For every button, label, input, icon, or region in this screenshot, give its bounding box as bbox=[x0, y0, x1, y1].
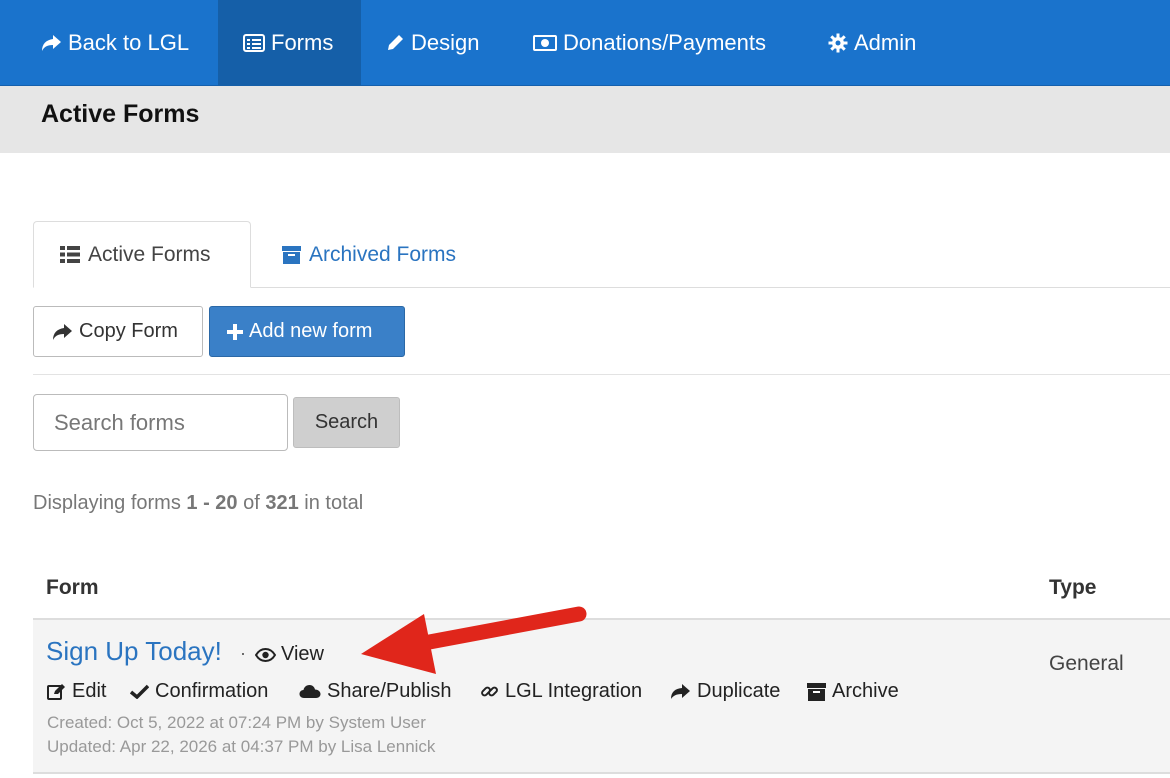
count-range: 1 - 20 bbox=[186, 492, 238, 514]
row-actions: Edit Confirmation Share/Publish LGL Inte… bbox=[47, 680, 947, 706]
money-icon bbox=[533, 35, 557, 51]
archive-action[interactable]: Archive bbox=[807, 680, 899, 703]
check-icon bbox=[130, 684, 149, 699]
search-button[interactable]: Search bbox=[293, 397, 400, 448]
nav-label: Back to LGL bbox=[68, 30, 190, 55]
share-arrow-icon bbox=[53, 323, 72, 340]
form-name-link[interactable]: Sign Up Today! bbox=[46, 636, 222, 667]
tab-active-forms[interactable]: Active Forms bbox=[33, 221, 251, 288]
archive-label: Archive bbox=[832, 680, 899, 702]
nav-label: Design bbox=[411, 30, 480, 55]
archive-box-icon bbox=[807, 682, 826, 701]
view-label: View bbox=[281, 643, 324, 665]
nav-admin[interactable]: Admin bbox=[828, 0, 916, 86]
edit-action[interactable]: Edit bbox=[47, 680, 106, 703]
gear-icon bbox=[828, 33, 848, 53]
count-suffix: in total bbox=[304, 492, 364, 514]
created-info: Created: Oct 5, 2022 at 07:24 PM by Syst… bbox=[47, 713, 426, 732]
updated-info: Updated: Apr 22, 2026 at 04:37 PM by Lis… bbox=[47, 737, 436, 756]
share-publish-label: Share/Publish bbox=[327, 680, 452, 702]
add-new-form-button[interactable]: Add new form bbox=[209, 306, 405, 357]
nav-label: Forms bbox=[271, 30, 334, 55]
list-icon bbox=[60, 246, 80, 263]
count-prefix: Displaying forms bbox=[33, 492, 181, 514]
nav-label: Admin bbox=[854, 30, 917, 55]
tab-label: Active Forms bbox=[88, 242, 211, 266]
add-new-form-label: Add new form bbox=[249, 320, 373, 342]
lgl-integration-label: LGL Integration bbox=[505, 680, 643, 702]
toolbar-divider bbox=[33, 374, 1170, 375]
separator-dot: · bbox=[240, 643, 246, 663]
confirmation-action[interactable]: Confirmation bbox=[130, 680, 268, 703]
search-input[interactable] bbox=[33, 394, 288, 451]
list-alt-icon bbox=[243, 34, 265, 52]
confirmation-label: Confirmation bbox=[155, 680, 269, 702]
duplicate-action[interactable]: Duplicate bbox=[670, 680, 780, 703]
column-header-form[interactable]: Form bbox=[46, 576, 99, 600]
page-title: Active Forms bbox=[41, 100, 200, 128]
lgl-integration-action[interactable]: LGL Integration bbox=[480, 680, 642, 703]
count-of: of bbox=[243, 492, 260, 514]
pencil-icon bbox=[388, 35, 403, 50]
column-header-type[interactable]: Type bbox=[1049, 576, 1096, 600]
table-row-divider bbox=[33, 772, 1170, 774]
view-link[interactable]: View bbox=[255, 643, 324, 666]
tab-archived-forms[interactable]: Archived Forms bbox=[282, 221, 456, 288]
edit-icon bbox=[47, 683, 65, 700]
duplicate-label: Duplicate bbox=[697, 680, 781, 702]
tab-label: Archived Forms bbox=[309, 242, 457, 266]
eye-icon bbox=[255, 647, 276, 662]
edit-label: Edit bbox=[72, 680, 107, 702]
copy-form-button[interactable]: Copy Form bbox=[33, 306, 203, 357]
copy-form-label: Copy Form bbox=[79, 320, 178, 342]
nav-forms[interactable]: Forms bbox=[218, 0, 361, 86]
nav-donations-payments[interactable]: Donations/Payments bbox=[533, 0, 766, 86]
plus-icon bbox=[227, 323, 243, 340]
count-total: 321 bbox=[265, 492, 299, 514]
pagination-summary: Displaying forms 1 - 20 of 321 in total bbox=[33, 492, 363, 515]
nav-back-to-lgl[interactable]: Back to LGL bbox=[40, 0, 189, 86]
share-arrow-icon bbox=[42, 35, 61, 51]
share-arrow-icon bbox=[671, 684, 690, 699]
nav-design[interactable]: Design bbox=[385, 0, 479, 86]
link-icon bbox=[481, 686, 498, 697]
share-publish-action[interactable]: Share/Publish bbox=[299, 680, 452, 703]
cloud-icon bbox=[299, 685, 321, 698]
archive-box-icon bbox=[282, 245, 301, 264]
nav-label: Donations/Payments bbox=[563, 30, 766, 55]
form-type: General bbox=[1049, 652, 1124, 675]
